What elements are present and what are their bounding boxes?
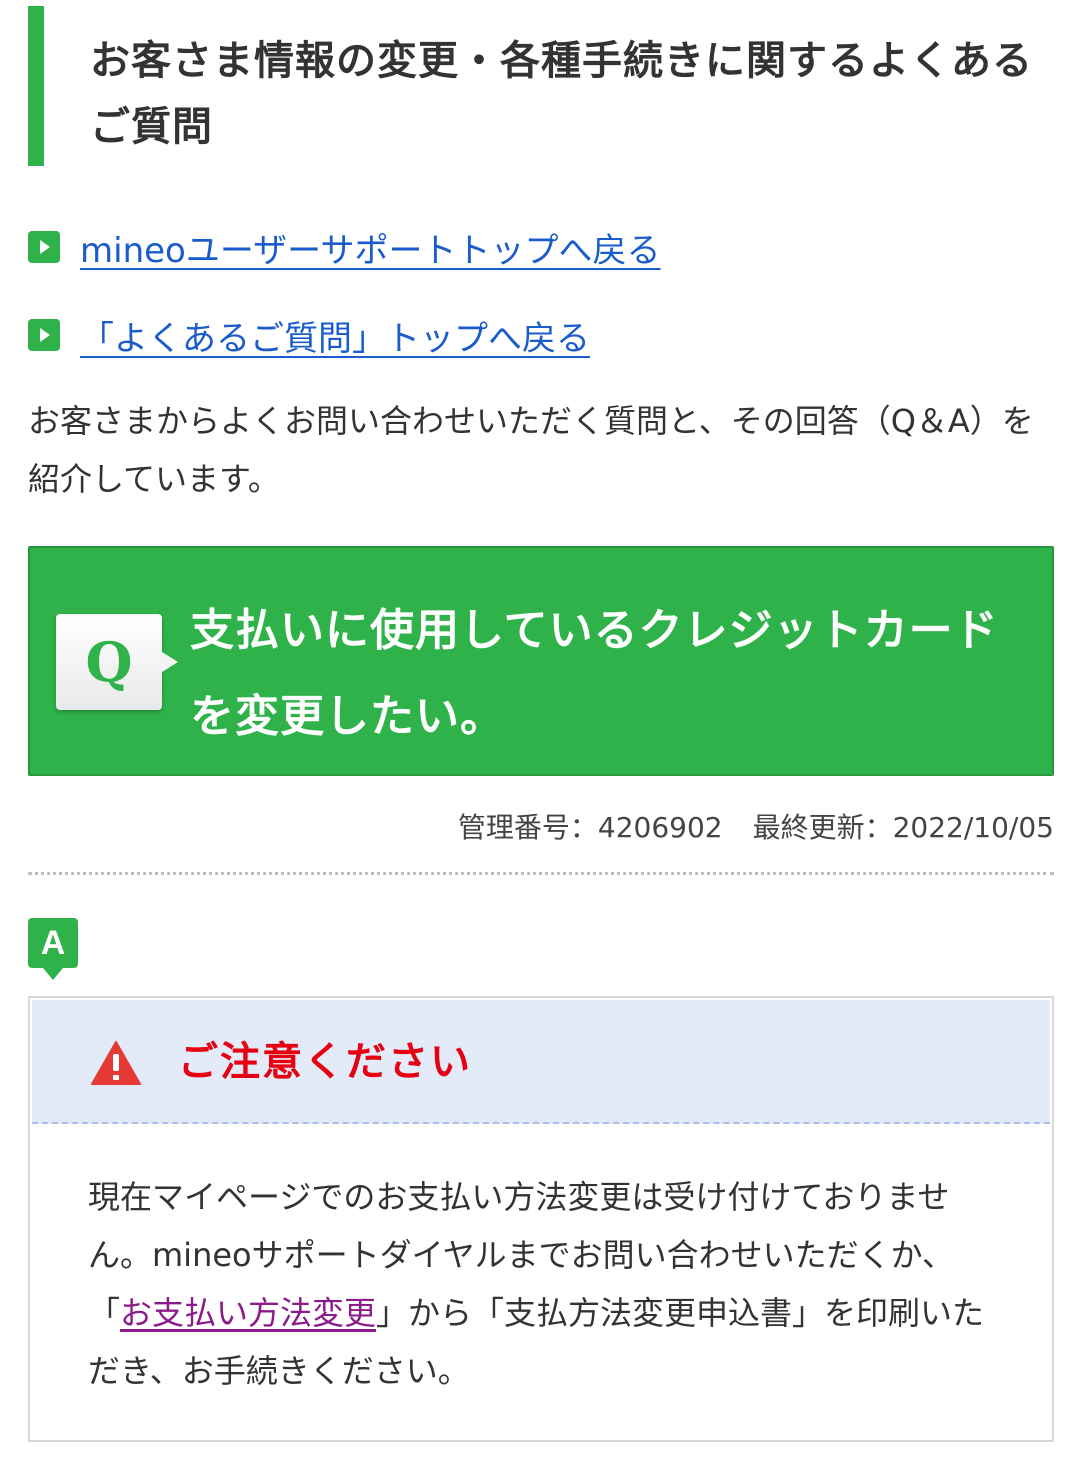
management-number: 管理番号：4206902 — [457, 811, 723, 844]
arrow-right-icon — [28, 319, 60, 351]
q-badge-label: Q — [85, 630, 133, 694]
caution-body: 現在マイページでのお支払い方法変更は受け付けておりません。mineoサポートダイ… — [88, 1168, 988, 1400]
caution-header: ご注意ください — [32, 1000, 1050, 1124]
caution-title: ご注意ください — [178, 1039, 472, 1085]
a-badge-label: A — [40, 924, 66, 962]
intro-text: お客さまからよくお問い合わせいただく質問と、その回答（Q＆A）を紹介しています。 — [28, 402, 1034, 498]
section-heading: お客さま情報の変更・各種手続きに関するよくあるご質問 — [28, 6, 1038, 166]
warning-icon — [91, 1041, 141, 1085]
question-box: Q 支払いに使用しているクレジットカードを変更したい。 — [28, 546, 1054, 776]
a-icon: A — [28, 918, 78, 980]
divider — [28, 872, 1054, 875]
nav-link-faq-top[interactable]: 「よくあるご質問」トップへ戻る — [28, 310, 590, 360]
q-icon: Q — [56, 614, 178, 710]
caution-box: ご注意ください 現在マイページでのお支払い方法変更は受け付けておりません。min… — [28, 996, 1054, 1442]
question-text: 支払いに使用しているクレジットカードを変更したい。 — [190, 605, 999, 742]
nav-link-support-top[interactable]: mineoユーザーサポートトップへ戻る — [28, 222, 660, 272]
payment-method-change-link[interactable]: お支払い方法変更 — [120, 1294, 376, 1332]
last-updated: 最終更新：2022/10/05 — [752, 811, 1054, 844]
arrow-right-icon — [28, 231, 60, 263]
page-title: お客さま情報の変更・各種手続きに関するよくあるご質問 — [90, 38, 1033, 150]
article-meta: 管理番号：4206902 最終更新：2022/10/05 — [458, 806, 1054, 846]
faq-top-link[interactable]: 「よくあるご質問」トップへ戻る — [80, 311, 590, 360]
support-top-link[interactable]: mineoユーザーサポートトップへ戻る — [80, 223, 660, 272]
